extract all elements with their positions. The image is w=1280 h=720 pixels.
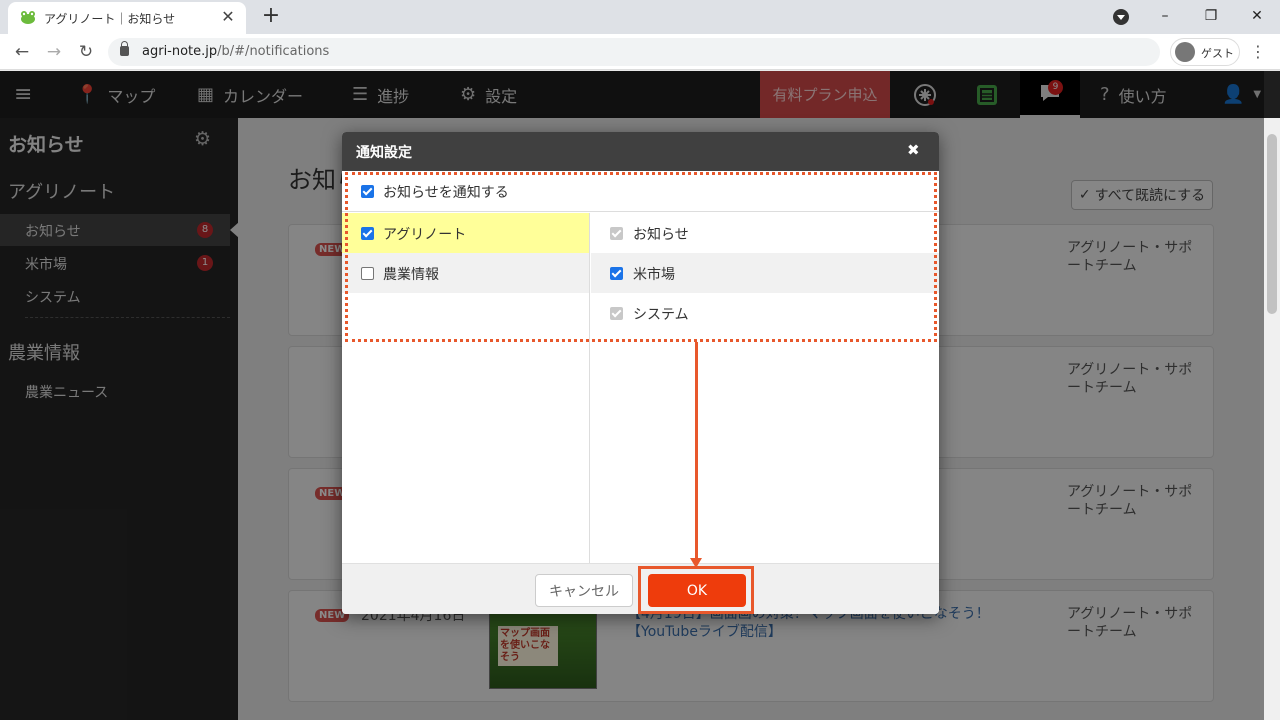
annotation-settings-highlight (345, 172, 937, 342)
cancel-button[interactable]: キャンセル (535, 574, 633, 607)
browser-menu-icon[interactable]: ⋮ (1250, 42, 1266, 62)
back-arrow-icon[interactable]: ← (10, 40, 34, 64)
reload-icon[interactable]: ↻ (74, 40, 98, 64)
chrome-media-icon[interactable] (1113, 9, 1129, 25)
user-avatar-icon (1175, 42, 1195, 62)
tab-title: アグリノート｜お知らせ (44, 12, 176, 26)
guest-profile-button[interactable]: ゲスト (1170, 38, 1240, 66)
scroll-thumb[interactable] (1267, 134, 1277, 314)
page-scrollbar[interactable] (1264, 118, 1280, 720)
dialog-title: 通知設定 (356, 145, 412, 161)
url-input[interactable]: agri-note.jp/b/#/notifications (108, 38, 1160, 66)
guest-label: ゲスト (1201, 47, 1234, 60)
lock-icon (120, 41, 129, 56)
url-text: agri-note.jp/b/#/notifications (142, 44, 330, 59)
browser-tab-strip: アグリノート｜お知らせ ✕ + – ❐ ✕ (0, 0, 1280, 34)
annotation-ok-highlight (638, 566, 754, 614)
tab-close-icon[interactable]: ✕ (218, 7, 238, 27)
frog-favicon-icon (21, 11, 35, 24)
address-bar-row: ← → ↻ agri-note.jp/b/#/notifications ゲスト… (0, 34, 1280, 70)
restore-button[interactable]: ❐ (1188, 0, 1234, 32)
browser-tab[interactable]: アグリノート｜お知らせ ✕ (8, 2, 246, 34)
dialog-header: 通知設定 ✖ (342, 132, 939, 171)
minimize-button[interactable]: – (1142, 0, 1188, 32)
new-tab-button[interactable]: + (258, 3, 284, 29)
forward-arrow-icon[interactable]: → (42, 40, 66, 64)
annotation-arrow-line (695, 342, 698, 562)
close-icon[interactable]: ✖ (907, 141, 920, 159)
window-close-button[interactable]: ✕ (1234, 0, 1280, 32)
